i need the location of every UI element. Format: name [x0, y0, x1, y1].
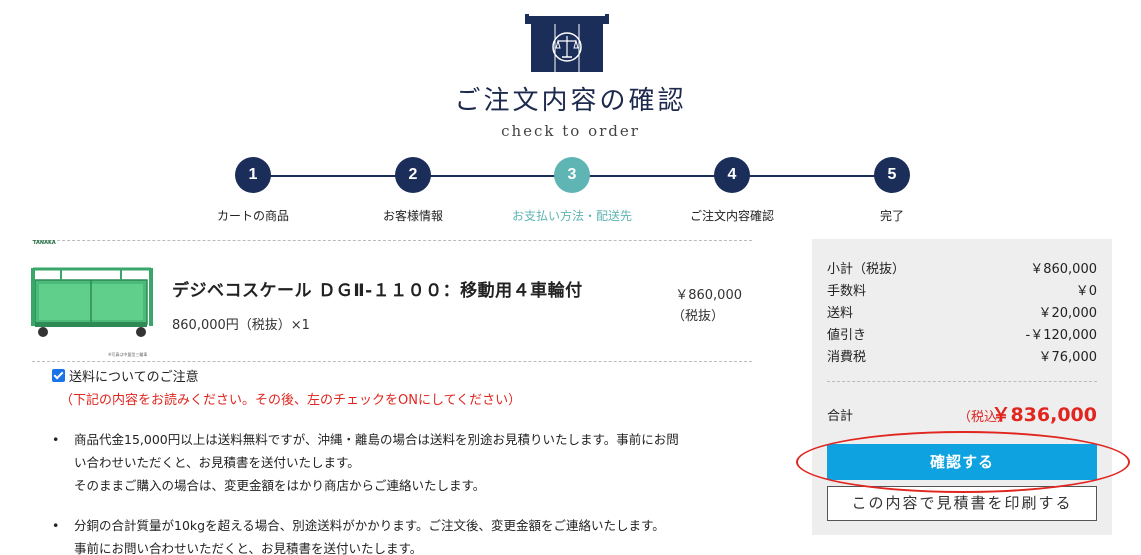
summary-label: 小計（税抜） [827, 262, 906, 277]
step-customer-info: 2 お客様情報 [333, 157, 493, 224]
step-label: 完了 [879, 209, 904, 223]
step-number: 3 [554, 157, 590, 193]
step-label: お客様情報 [382, 209, 443, 223]
total-value: ￥836,000 [991, 404, 1097, 426]
summary-label: 消費税 [827, 350, 867, 365]
step-payment-shipping: 3 お支払い方法・配送先 [492, 157, 652, 224]
product-name: デジベコスケール ＤＧⅡ-１１００：移動用４車輪付 [172, 281, 583, 301]
step-complete: 5 完了 [812, 157, 972, 224]
step-number: 1 [235, 157, 271, 193]
image-caption: ※写真は中量型三輪車 [108, 352, 148, 357]
divider [32, 240, 752, 241]
summary-label: 送料 [827, 306, 854, 321]
total-label: 合計 [827, 409, 854, 424]
bullet-line: 分銅の合計質量が10kgを超える場合、別途送料がかかります。ご注文後、変更金額を… [74, 518, 665, 533]
summary-value: ￥0 [1075, 284, 1097, 299]
summary-row-consumption-tax: 消費税 ￥76,000 [827, 346, 1097, 365]
step-number: 4 [714, 157, 750, 193]
product-tax-note: （税抜） [671, 309, 724, 324]
bullet-line: 事前にお問い合わせいただくと、お見積書を送付いたします。 [74, 541, 423, 555]
bullet-line: 商品代金15,000円以上は送料無料ですが、沖縄・離島の場合は送料を別途お見積り… [74, 432, 679, 447]
summary-label: 手数料 [827, 284, 867, 299]
product-price: ￥860,000 [675, 288, 742, 303]
summary-value: -￥120,000 [1025, 328, 1097, 343]
bullet-line: そのままご購入の場合は、変更金額をはかり商店からご連絡いたします。 [74, 478, 486, 493]
summary-value: ￥20,000 [1038, 306, 1098, 321]
bullet-icon: • [52, 432, 60, 447]
list-item: • 分銅の合計質量が10kgを超える場合、別途送料がかかります。ご注文後、変更金… [52, 514, 665, 555]
shipping-warning-text: （下記の内容をお読みください。その後、左のチェックをONにしてください） [60, 393, 522, 408]
bullet-line: い合わせいただくと、お見積書を送付いたします。 [74, 455, 360, 470]
summary-row-shipping: 送料 ￥20,000 [827, 302, 1097, 321]
summary-value: ￥860,000 [1030, 262, 1097, 277]
summary-row-discount: 値引き -￥120,000 [827, 324, 1097, 343]
summary-row-fee: 手数料 ￥0 [827, 280, 1097, 299]
shop-logo [525, 14, 609, 74]
product-image [31, 262, 153, 340]
divider [32, 361, 752, 362]
page-subtitle: check to order [501, 122, 640, 140]
step-number: 5 [874, 157, 910, 193]
brand-mark: TANAKA [33, 240, 56, 246]
page-title: ご注文内容の確認 [454, 86, 687, 116]
step-cart: 1 カートの商品 [173, 157, 333, 224]
summary-label: 値引き [827, 328, 867, 343]
summary-divider [827, 381, 1097, 382]
list-item: • 商品代金15,000円以上は送料無料ですが、沖縄・離島の場合は送料を別途お見… [52, 428, 679, 497]
shipping-notice-checkbox-row[interactable]: 送料についてのご注意 [52, 366, 199, 385]
step-label: ご注文内容確認 [689, 209, 774, 223]
summary-value: ￥76,000 [1038, 350, 1098, 365]
shipping-notice-label: 送料についてのご注意 [69, 370, 199, 385]
step-label: カートの商品 [216, 209, 289, 223]
step-label: お支払い方法・配送先 [511, 209, 632, 223]
summary-row-subtotal: 小計（税抜） ￥860,000 [827, 258, 1097, 277]
step-order-confirm: 4 ご注文内容確認 [652, 157, 812, 224]
product-unit-qty: 860,000円（税抜）×1 [172, 318, 310, 333]
shipping-notice-checkbox[interactable] [52, 369, 65, 382]
highlight-circle [796, 431, 1130, 493]
step-number: 2 [395, 157, 431, 193]
bullet-icon: • [52, 518, 60, 533]
